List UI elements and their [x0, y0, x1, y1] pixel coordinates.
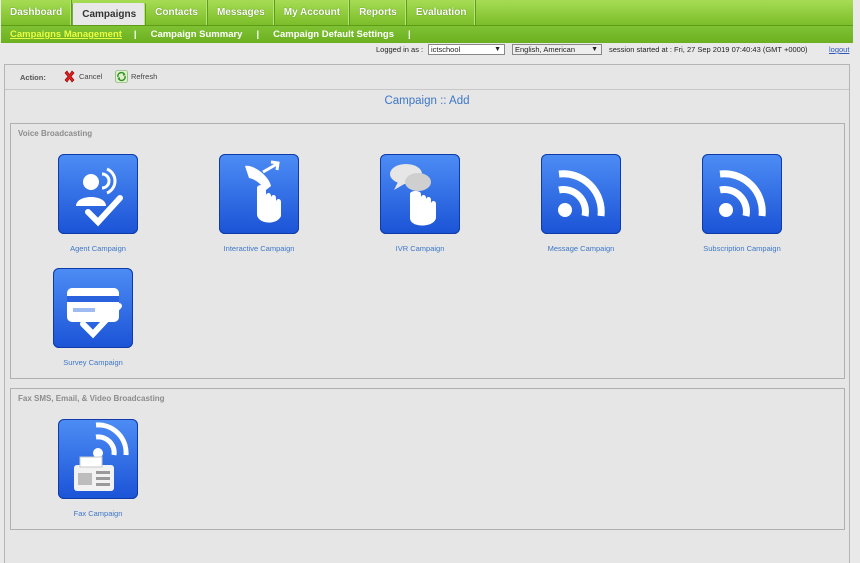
tab-messages[interactable]: Messages — [208, 0, 275, 25]
tab-contacts[interactable]: Contacts — [146, 0, 208, 25]
message-campaign-icon — [541, 154, 621, 234]
tab-my-account[interactable]: My Account — [275, 0, 351, 25]
ivr-campaign-icon — [380, 154, 460, 234]
survey-campaign-icon — [53, 268, 133, 348]
tile-label: Agent Campaign — [70, 244, 126, 253]
cancel-icon — [64, 70, 75, 83]
language-select[interactable]: English, American ▼ — [512, 44, 602, 55]
session-info: session started at : Fri, 27 Sep 2019 07… — [609, 45, 808, 54]
interactive-campaign-icon — [219, 154, 299, 234]
section-title: Voice Broadcasting — [18, 129, 93, 138]
tab-evaluation[interactable]: Evaluation — [407, 0, 477, 25]
fax-campaign-tile[interactable]: Fax Campaign — [43, 419, 153, 518]
user-select-value: ictschool — [431, 45, 461, 54]
agent-campaign-icon — [58, 154, 138, 234]
tab-campaigns[interactable]: Campaigns — [72, 3, 147, 25]
page-title: Campaign :: Add — [384, 95, 470, 107]
dropdown-arrow-icon: ▼ — [494, 46, 501, 53]
subscription-campaign-tile[interactable]: Subscription Campaign — [687, 154, 797, 253]
tab-dashboard[interactable]: Dashboard — [1, 0, 73, 25]
refresh-label: Refresh — [131, 72, 158, 81]
refresh-button[interactable]: Refresh — [115, 70, 157, 83]
session-status-bar: Logged in as : ictschool ▼ English, Amer… — [0, 44, 852, 56]
user-select[interactable]: ictschool ▼ — [428, 44, 505, 55]
main-content: Action: Cancel Refresh Campaign :: Add V… — [4, 64, 850, 563]
logged-in-label: Logged in as : — [376, 45, 424, 54]
subnav-separator: | — [408, 29, 411, 40]
cancel-button[interactable]: Cancel — [63, 70, 102, 83]
subnav-campaign-summary[interactable]: Campaign Summary — [144, 29, 250, 40]
tile-label: Interactive Campaign — [223, 244, 295, 253]
fax-campaign-icon — [58, 419, 138, 499]
tile-label: Survey Campaign — [63, 358, 123, 367]
ivr-campaign-tile[interactable]: IVR Campaign — [365, 154, 475, 253]
action-label: Action: — [20, 73, 46, 82]
survey-campaign-tile[interactable]: Survey Campaign — [38, 268, 148, 367]
language-select-value: English, American — [515, 45, 576, 54]
fax-broadcasting-section: Fax SMS, Email, & Video Broadcasting Fax… — [10, 388, 845, 530]
cancel-label: Cancel — [79, 72, 103, 81]
tile-label: Message Campaign — [547, 244, 615, 253]
logout-link[interactable]: logout — [829, 45, 849, 54]
subnav-separator: | — [133, 29, 137, 40]
tab-reports[interactable]: Reports — [350, 0, 407, 25]
tile-label: Subscription Campaign — [703, 244, 781, 253]
agent-campaign-tile[interactable]: Agent Campaign — [43, 154, 153, 253]
tile-label: Fax Campaign — [73, 509, 123, 518]
sub-nav: Campaigns Management | Campaign Summary … — [1, 26, 853, 43]
action-bar: Action: Cancel Refresh — [5, 65, 849, 90]
subnav-campaigns-management[interactable]: Campaigns Management — [1, 29, 127, 40]
dropdown-arrow-icon: ▼ — [591, 46, 598, 53]
message-campaign-tile[interactable]: Message Campaign — [526, 154, 636, 253]
section-title: Fax SMS, Email, & Video Broadcasting — [18, 394, 165, 403]
voice-broadcasting-section: Voice Broadcasting Agent Campaign Intera… — [10, 123, 845, 379]
interactive-campaign-tile[interactable]: Interactive Campaign — [204, 154, 314, 253]
refresh-icon — [115, 70, 128, 83]
tile-label: IVR Campaign — [395, 244, 445, 253]
subscription-campaign-icon — [702, 154, 782, 234]
subnav-campaign-default-settings[interactable]: Campaign Default Settings — [266, 29, 401, 40]
subnav-separator: | — [256, 29, 260, 40]
main-nav: Dashboard Campaigns Contacts Messages My… — [1, 0, 853, 26]
